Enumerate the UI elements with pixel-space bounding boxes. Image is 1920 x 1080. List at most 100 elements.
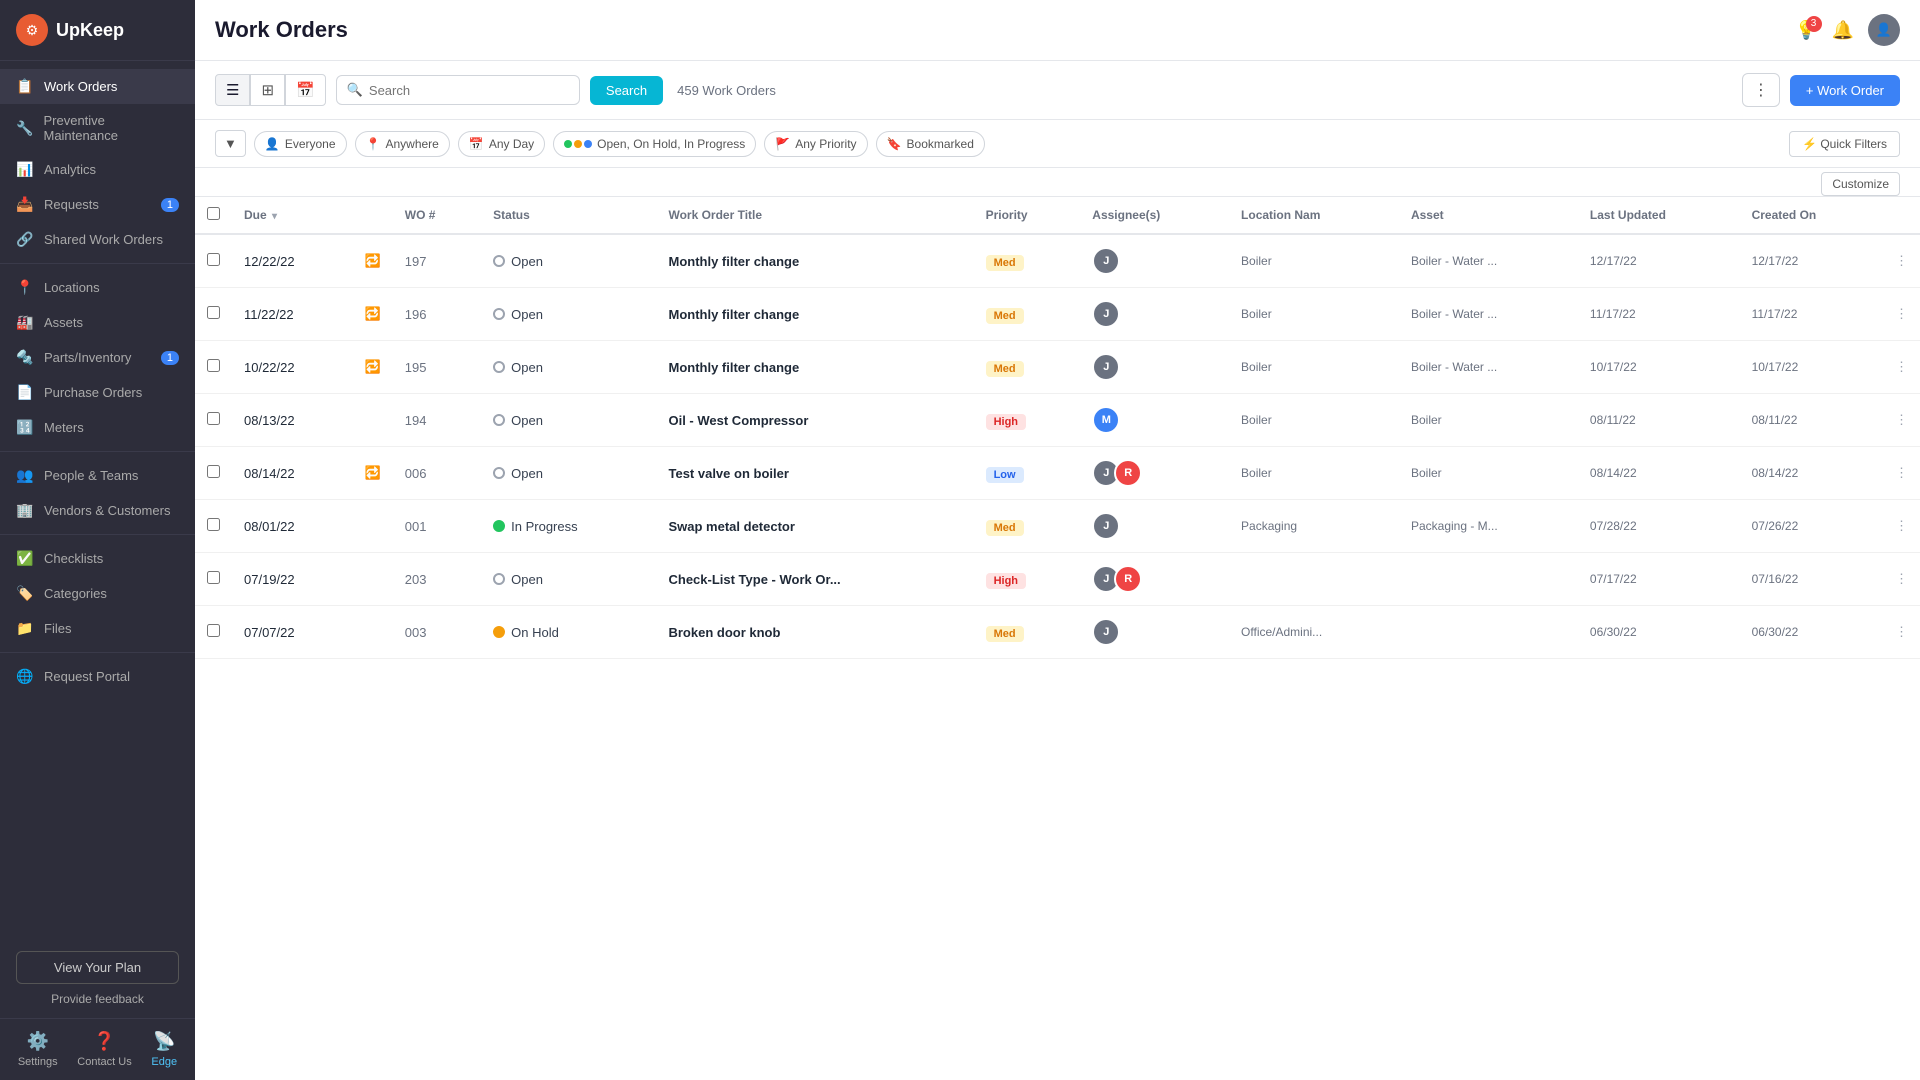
sidebar-item-files[interactable]: 📁 Files — [0, 611, 195, 646]
row-title-1[interactable]: Monthly filter change — [656, 288, 973, 341]
sidebar-item-preventive-maintenance[interactable]: 🔧 Preventive Maintenance — [0, 104, 195, 152]
row-checkbox-1[interactable] — [207, 306, 220, 319]
quick-filters-button[interactable]: ⚡ Quick Filters — [1789, 131, 1900, 157]
anywhere-filter[interactable]: 📍 Anywhere — [355, 131, 450, 157]
list-view-button[interactable]: ☰ — [215, 74, 250, 106]
sidebar-item-work-orders[interactable]: 📋 Work Orders — [0, 69, 195, 104]
sidebar-item-assets[interactable]: 🏭 Assets — [0, 305, 195, 340]
bell-button[interactable]: 🔔 — [1832, 20, 1854, 41]
row-checkbox-4[interactable] — [207, 465, 220, 478]
sidebar-item-locations[interactable]: 📍 Locations — [0, 270, 195, 305]
row-title-2[interactable]: Monthly filter change — [656, 341, 973, 394]
priority-badge-1: Med — [986, 308, 1024, 324]
status-circle-3 — [493, 414, 505, 426]
page-header: Work Orders 💡 3 🔔 👤 — [195, 0, 1920, 61]
calendar-view-button[interactable]: 📅 — [285, 74, 326, 106]
row-status-1: Open — [481, 288, 656, 341]
row-checkbox-7[interactable] — [207, 624, 220, 637]
bookmarked-filter[interactable]: 🔖 Bookmarked — [876, 131, 985, 157]
table-row[interactable]: 07/19/22 203 Open Check-List Type - Work… — [195, 553, 1920, 606]
row-more-4[interactable]: ⋮ — [1883, 447, 1920, 500]
row-checkbox-3[interactable] — [207, 412, 220, 425]
add-work-order-button[interactable]: + Work Order — [1790, 75, 1900, 106]
row-repeat-0: 🔁 — [353, 234, 393, 288]
table-row[interactable]: 07/07/22 003 On Hold Broken door knob Me… — [195, 606, 1920, 659]
priority-filter[interactable]: 🚩 Any Priority — [764, 131, 867, 157]
table-row[interactable]: 11/22/22 🔁 196 Open Monthly filter chang… — [195, 288, 1920, 341]
row-more-3[interactable]: ⋮ — [1883, 394, 1920, 447]
row-title-0[interactable]: Monthly filter change — [656, 234, 973, 288]
sidebar-item-requests[interactable]: 📥 Requests 1 — [0, 187, 195, 222]
user-avatar-button[interactable]: 👤 — [1868, 14, 1900, 46]
row-more-5[interactable]: ⋮ — [1883, 500, 1920, 553]
sidebar-label-checklists: Checklists — [44, 551, 103, 566]
sidebar-logo[interactable]: ⚙ UpKeep — [0, 0, 195, 61]
grid-view-button[interactable]: ⊞ — [250, 74, 285, 106]
view-plan-button[interactable]: View Your Plan — [16, 951, 179, 984]
table-row[interactable]: 08/01/22 001 In Progress Swap metal dete… — [195, 500, 1920, 553]
sidebar-item-categories[interactable]: 🏷️ Categories — [0, 576, 195, 611]
row-assignees-0: J — [1080, 234, 1229, 288]
sidebar-item-purchase-orders[interactable]: 📄 Purchase Orders — [0, 375, 195, 410]
footer-item-contact-us[interactable]: ❓ Contact Us — [77, 1031, 131, 1068]
row-asset-0: Boiler - Water ... — [1399, 234, 1578, 288]
row-wo-num-6: 203 — [393, 553, 481, 606]
sidebar-icon-assets: 🏭 — [16, 314, 34, 331]
status-text-1: Open — [511, 307, 543, 322]
everyone-filter[interactable]: 👤 Everyone — [254, 131, 347, 157]
row-checkbox-5[interactable] — [207, 518, 220, 531]
status-filter[interactable]: Open, On Hold, In Progress — [553, 131, 756, 157]
row-title-5[interactable]: Swap metal detector — [656, 500, 973, 553]
sidebar-label-requests: Requests — [44, 197, 99, 212]
any-day-filter[interactable]: 📅 Any Day — [458, 131, 545, 157]
row-title-4[interactable]: Test valve on boiler — [656, 447, 973, 500]
row-last-updated-3: 08/11/22 — [1578, 394, 1740, 447]
row-location-1: Boiler — [1229, 288, 1399, 341]
sidebar-label-purchase-orders: Purchase Orders — [44, 385, 142, 400]
sidebar-item-analytics[interactable]: 📊 Analytics — [0, 152, 195, 187]
row-checkbox-6[interactable] — [207, 571, 220, 584]
filter-button[interactable]: ▼ — [215, 130, 246, 157]
row-more-2[interactable]: ⋮ — [1883, 341, 1920, 394]
table-row[interactable]: 08/14/22 🔁 006 Open Test valve on boiler… — [195, 447, 1920, 500]
col-asset: Asset — [1399, 197, 1578, 234]
sidebar-item-people-teams[interactable]: 👥 People & Teams — [0, 458, 195, 493]
row-checkbox-0[interactable] — [207, 253, 220, 266]
row-created-on-4: 08/14/22 — [1740, 447, 1883, 500]
sidebar-item-checklists[interactable]: ✅ Checklists — [0, 541, 195, 576]
search-input[interactable] — [369, 83, 569, 98]
row-checkbox-2[interactable] — [207, 359, 220, 372]
row-assignees-7: J — [1080, 606, 1229, 659]
row-more-1[interactable]: ⋮ — [1883, 288, 1920, 341]
person-icon: 👤 — [265, 137, 280, 151]
row-asset-2: Boiler - Water ... — [1399, 341, 1578, 394]
table-row[interactable]: 12/22/22 🔁 197 Open Monthly filter chang… — [195, 234, 1920, 288]
more-options-button[interactable]: ⋮ — [1742, 73, 1780, 107]
row-title-3[interactable]: Oil - West Compressor — [656, 394, 973, 447]
select-all-checkbox[interactable] — [207, 207, 220, 220]
repeat-icon: 🔁 — [365, 465, 381, 480]
customize-button[interactable]: Customize — [1821, 172, 1900, 196]
sidebar-item-parts-inventory[interactable]: 🔩 Parts/Inventory 1 — [0, 340, 195, 375]
feedback-link[interactable]: Provide feedback — [16, 992, 179, 1006]
footer-item-edge[interactable]: 📡 Edge — [151, 1031, 177, 1068]
row-title-6[interactable]: Check-List Type - Work Or... — [656, 553, 973, 606]
sidebar-item-meters[interactable]: 🔢 Meters — [0, 410, 195, 445]
sidebar-item-vendors-customers[interactable]: 🏢 Vendors & Customers — [0, 493, 195, 528]
row-more-0[interactable]: ⋮ — [1883, 234, 1920, 288]
bookmark-icon: 🔖 — [887, 137, 902, 151]
footer-item-settings[interactable]: ⚙️ Settings — [18, 1031, 58, 1068]
open-dot — [564, 140, 572, 148]
bulb-button[interactable]: 💡 3 — [1795, 20, 1817, 41]
row-more-6[interactable]: ⋮ — [1883, 553, 1920, 606]
table-row[interactable]: 10/22/22 🔁 195 Open Monthly filter chang… — [195, 341, 1920, 394]
row-due-2: 10/22/22 — [232, 341, 353, 394]
view-toggle: ☰ ⊞ 📅 — [215, 74, 326, 106]
sidebar-item-shared-work-orders[interactable]: 🔗 Shared Work Orders — [0, 222, 195, 257]
search-button[interactable]: Search — [590, 76, 663, 105]
row-title-7[interactable]: Broken door knob — [656, 606, 973, 659]
badge-parts-inventory: 1 — [161, 351, 179, 365]
table-row[interactable]: 08/13/22 194 Open Oil - West Compressor … — [195, 394, 1920, 447]
sidebar-item-request-portal[interactable]: 🌐 Request Portal — [0, 659, 195, 694]
row-more-7[interactable]: ⋮ — [1883, 606, 1920, 659]
